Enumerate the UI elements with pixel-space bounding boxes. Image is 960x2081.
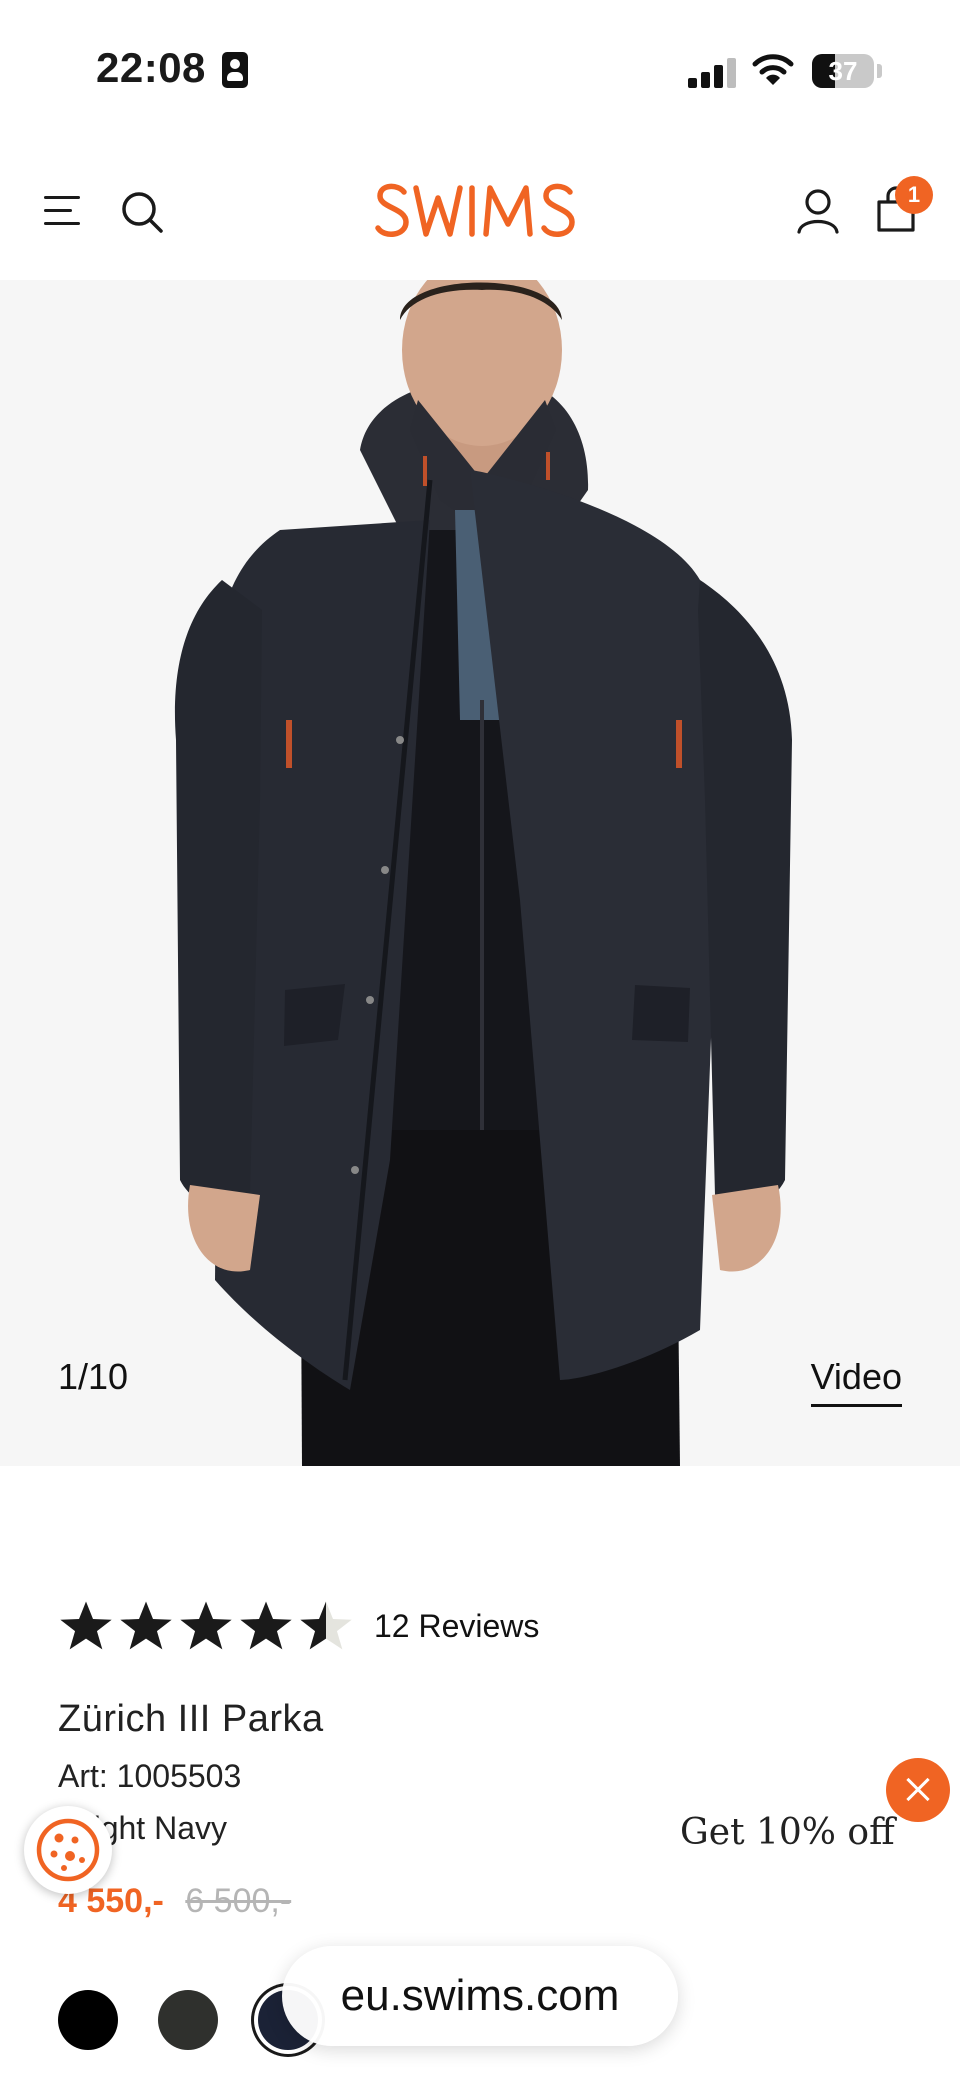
color-swatch[interactable]: [58, 1990, 118, 2050]
discount-teaser[interactable]: Get 10% off: [680, 1812, 895, 1853]
site-header: 1: [0, 140, 960, 280]
swims-logo[interactable]: [374, 180, 586, 242]
original-price: 6 500,-: [185, 1882, 292, 1920]
search-icon[interactable]: [120, 190, 164, 234]
browser-url-bar[interactable]: eu.swims.com: [282, 1946, 678, 2046]
cookie-icon: [36, 1818, 100, 1882]
cellular-signal-icon: [688, 56, 736, 88]
menu-icon[interactable]: [44, 192, 84, 228]
star-icon: [240, 1601, 292, 1650]
half-star-icon: [300, 1601, 352, 1650]
image-counter: 1/10: [58, 1356, 129, 1397]
battery-icon: 37: [812, 54, 874, 88]
cookie-settings-button[interactable]: [24, 1806, 112, 1894]
product-image-gallery[interactable]: 1/10 Video: [0, 280, 960, 1466]
wifi-icon: [752, 54, 794, 85]
article-number: Art: 1005503: [58, 1758, 242, 1794]
product-rating[interactable]: 12 Reviews: [58, 1596, 539, 1656]
battery-cap: [877, 64, 882, 78]
color-swatch[interactable]: [158, 1990, 218, 2050]
cart-count-badge[interactable]: 1: [895, 176, 933, 214]
contact-card-icon: [222, 52, 248, 88]
product-title: Zürich III Parka: [58, 1698, 324, 1740]
battery-percent: 37: [828, 56, 858, 86]
reviews-count-link[interactable]: 12 Reviews: [374, 1608, 539, 1645]
account-icon[interactable]: [796, 188, 840, 234]
promo-close-button[interactable]: [886, 1758, 950, 1822]
video-link[interactable]: Video: [810, 1356, 902, 1407]
clock: 22:08: [96, 44, 206, 91]
star-icon: [180, 1601, 232, 1650]
star-icon: [60, 1601, 112, 1650]
star-icon: [120, 1601, 172, 1650]
product-photo-parka: [174, 280, 792, 1466]
status-bar: 22:08 37: [0, 0, 960, 140]
star-rating: [58, 1598, 354, 1654]
price: 4 550,- 6 500,-: [58, 1882, 291, 1921]
color-swatches: [58, 1990, 318, 2050]
